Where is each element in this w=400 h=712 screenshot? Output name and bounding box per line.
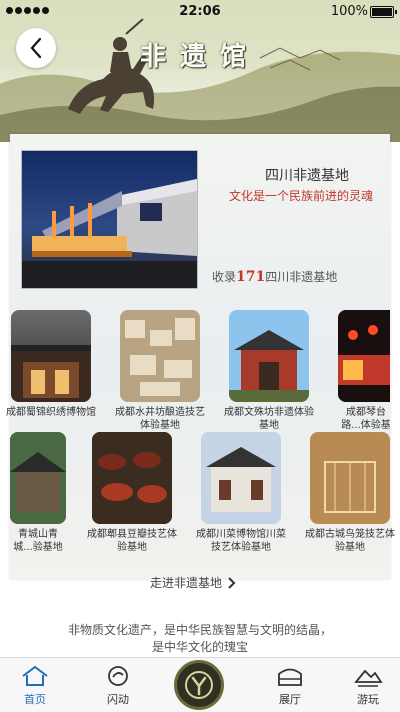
tile-photo	[338, 310, 390, 402]
tile-photo	[310, 432, 390, 524]
tab-home-label: 首页	[24, 693, 46, 706]
base-hero-image[interactable]	[21, 150, 198, 289]
tile-label: 成都琴台路...体验基	[341, 407, 390, 431]
tab-flash-label: 闪动	[107, 693, 129, 706]
storefront-image	[11, 345, 91, 402]
tile-pixian-douban[interactable]: 成都郫县豆瓣技艺体验基地	[87, 432, 177, 554]
tab-play-label: 游玩	[357, 693, 379, 706]
tile-label: 青城山青城...验基地	[13, 529, 63, 553]
footer-line-2: 是中华文化的瑰宝	[151, 640, 248, 654]
tile-label: 成都郫县豆瓣技艺体验基地	[87, 529, 177, 553]
tab-play[interactable]: 游玩	[338, 664, 398, 707]
mountain-icon	[354, 669, 383, 687]
base-slogan: 文化是一个民族前进的灵魂	[228, 189, 373, 203]
swirl-icon	[108, 666, 128, 686]
tile-wenshufang[interactable]: 成都文殊坊非遗体验基地	[224, 310, 314, 432]
tile-photo	[120, 310, 200, 402]
chevron-right-icon	[228, 576, 236, 589]
tile-shuijingfang[interactable]: 成都水井坊酿造技艺体验基地	[115, 310, 205, 432]
base-title: 四川非遗基地	[265, 168, 349, 184]
tile-niaolong[interactable]: 成都古城鸟笼技艺体验基地	[305, 432, 395, 554]
tab-home[interactable]: 首页	[5, 664, 65, 707]
horse-statue-image	[68, 18, 155, 114]
tile-photo	[201, 432, 281, 524]
battery-percent: 100%	[330, 4, 368, 19]
tile-qingchengshan[interactable]: 青城山青城...验基地	[10, 432, 66, 554]
tile-label: 成都古城鸟笼技艺体验基地	[305, 529, 395, 553]
tile-label: 成都川菜博物馆川菜技艺体验基地	[196, 529, 286, 553]
base-count: 收录171四川非遗基地	[212, 268, 337, 285]
tile-photo	[92, 432, 172, 524]
home-icon	[22, 665, 48, 686]
ruins-image	[120, 310, 200, 402]
status-bar: 22:06 100%	[0, 0, 400, 24]
night-street-image	[338, 310, 390, 402]
tile-qintailu[interactable]: 成都琴台路...体验基	[338, 310, 390, 432]
tile-shujin-museum[interactable]: 成都蜀锦织绣博物馆	[6, 310, 96, 419]
tile-label: 成都文殊坊非遗体验基地	[224, 407, 314, 431]
courtyard-building-image	[201, 432, 281, 524]
footer-description: 非物质文化遗产，是中华民族智慧与文明的结晶， 是中华文化的瑰宝	[0, 622, 400, 656]
jars-image	[92, 432, 172, 524]
logo-icon	[185, 671, 213, 699]
tile-label: 成都蜀锦织绣博物馆	[6, 407, 96, 418]
count-prefix: 收录	[212, 270, 237, 284]
museum-building-image	[22, 151, 197, 288]
tab-flash[interactable]: 闪动	[88, 664, 148, 707]
tile-label: 成都水井坊酿造技艺体验基地	[115, 407, 205, 431]
bird-cage-image	[310, 432, 390, 524]
hall-icon	[278, 668, 302, 686]
count-number: 171	[236, 269, 266, 285]
tab-hall-label: 展厅	[279, 693, 301, 706]
footer-line-1: 非物质文化遗产，是中华民族智慧与文明的结晶，	[67, 623, 332, 637]
chevron-left-icon	[30, 37, 42, 59]
tile-photo	[229, 310, 309, 402]
more-bases-link[interactable]: 走进非遗基地	[150, 574, 236, 591]
count-suffix: 四川非遗基地	[265, 270, 338, 284]
back-button[interactable]	[16, 28, 56, 68]
mountain-temple-image	[10, 432, 66, 524]
tab-hall[interactable]: 展厅	[260, 664, 320, 707]
tile-chuancai-museum[interactable]: 成都川菜博物馆川菜技艺体验基地	[196, 432, 286, 554]
battery-icon	[370, 6, 397, 18]
tile-photo	[10, 432, 66, 524]
tile-photo	[11, 310, 91, 402]
center-logo-button[interactable]	[174, 660, 224, 710]
temple-gate-image	[229, 310, 309, 402]
page-title: 非遗馆	[140, 42, 261, 72]
more-link-label: 走进非遗基地	[150, 576, 223, 590]
